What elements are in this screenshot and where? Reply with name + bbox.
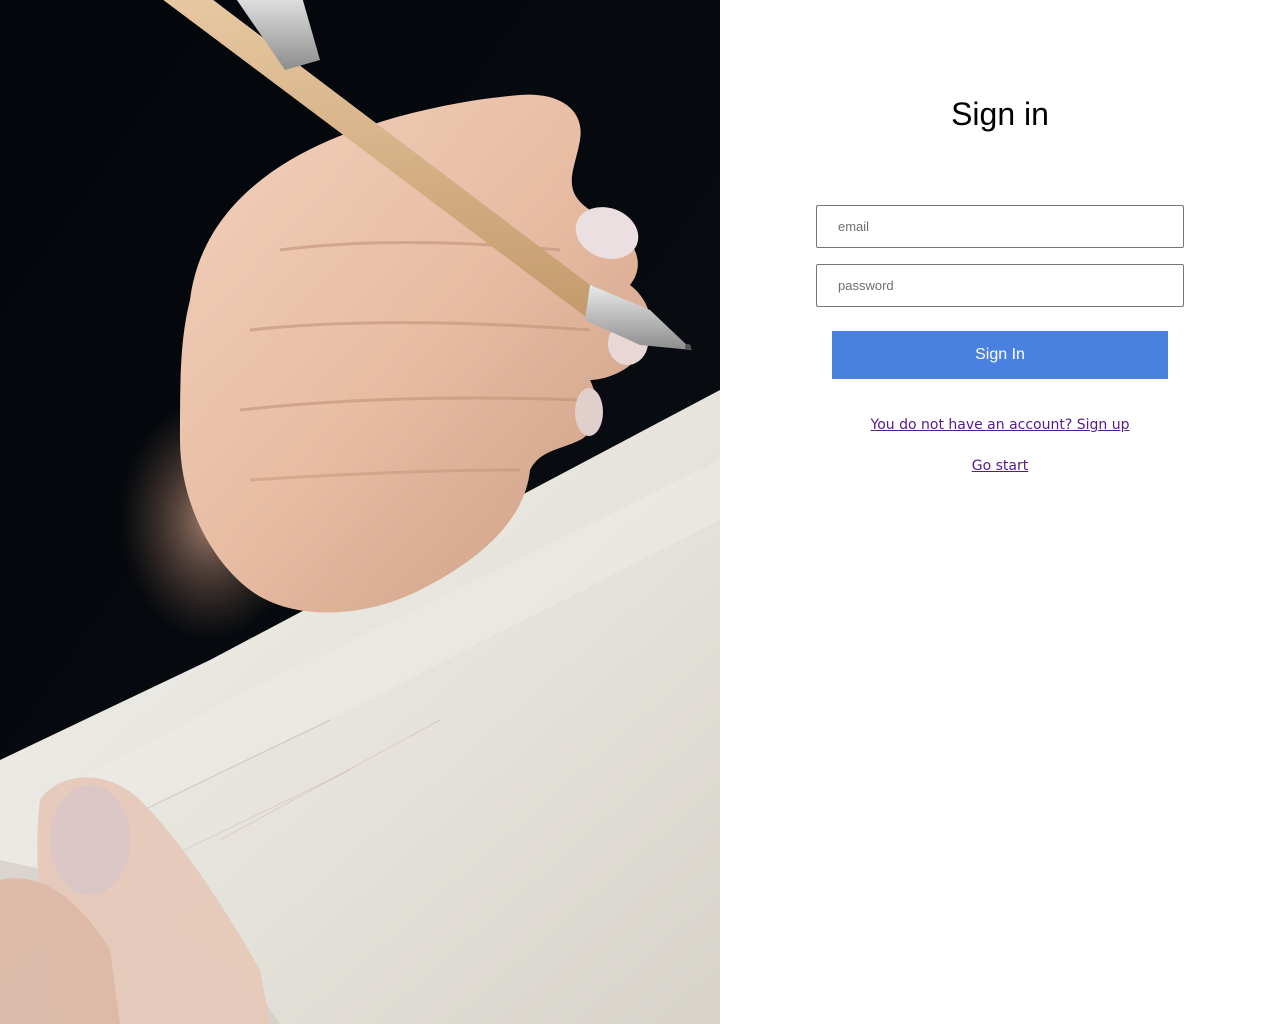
password-field[interactable] — [816, 264, 1184, 307]
signup-link-row: You do not have an account? Sign up — [720, 417, 1280, 433]
go-start-link-row: Go start — [720, 458, 1280, 474]
signin-form-panel: Sign in Sign In You do not have an accou… — [720, 0, 1280, 1024]
sign-in-button[interactable]: Sign In — [832, 331, 1168, 379]
hero-photo — [0, 0, 720, 1024]
signin-page: Sign in Sign In You do not have an accou… — [0, 0, 1280, 1024]
page-title: Sign in — [951, 96, 1049, 132]
go-start-link[interactable]: Go start — [972, 458, 1028, 474]
hand-writing-illustration — [0, 0, 720, 1024]
email-field[interactable] — [816, 205, 1184, 248]
sign-up-link[interactable]: You do not have an account? Sign up — [871, 417, 1130, 433]
